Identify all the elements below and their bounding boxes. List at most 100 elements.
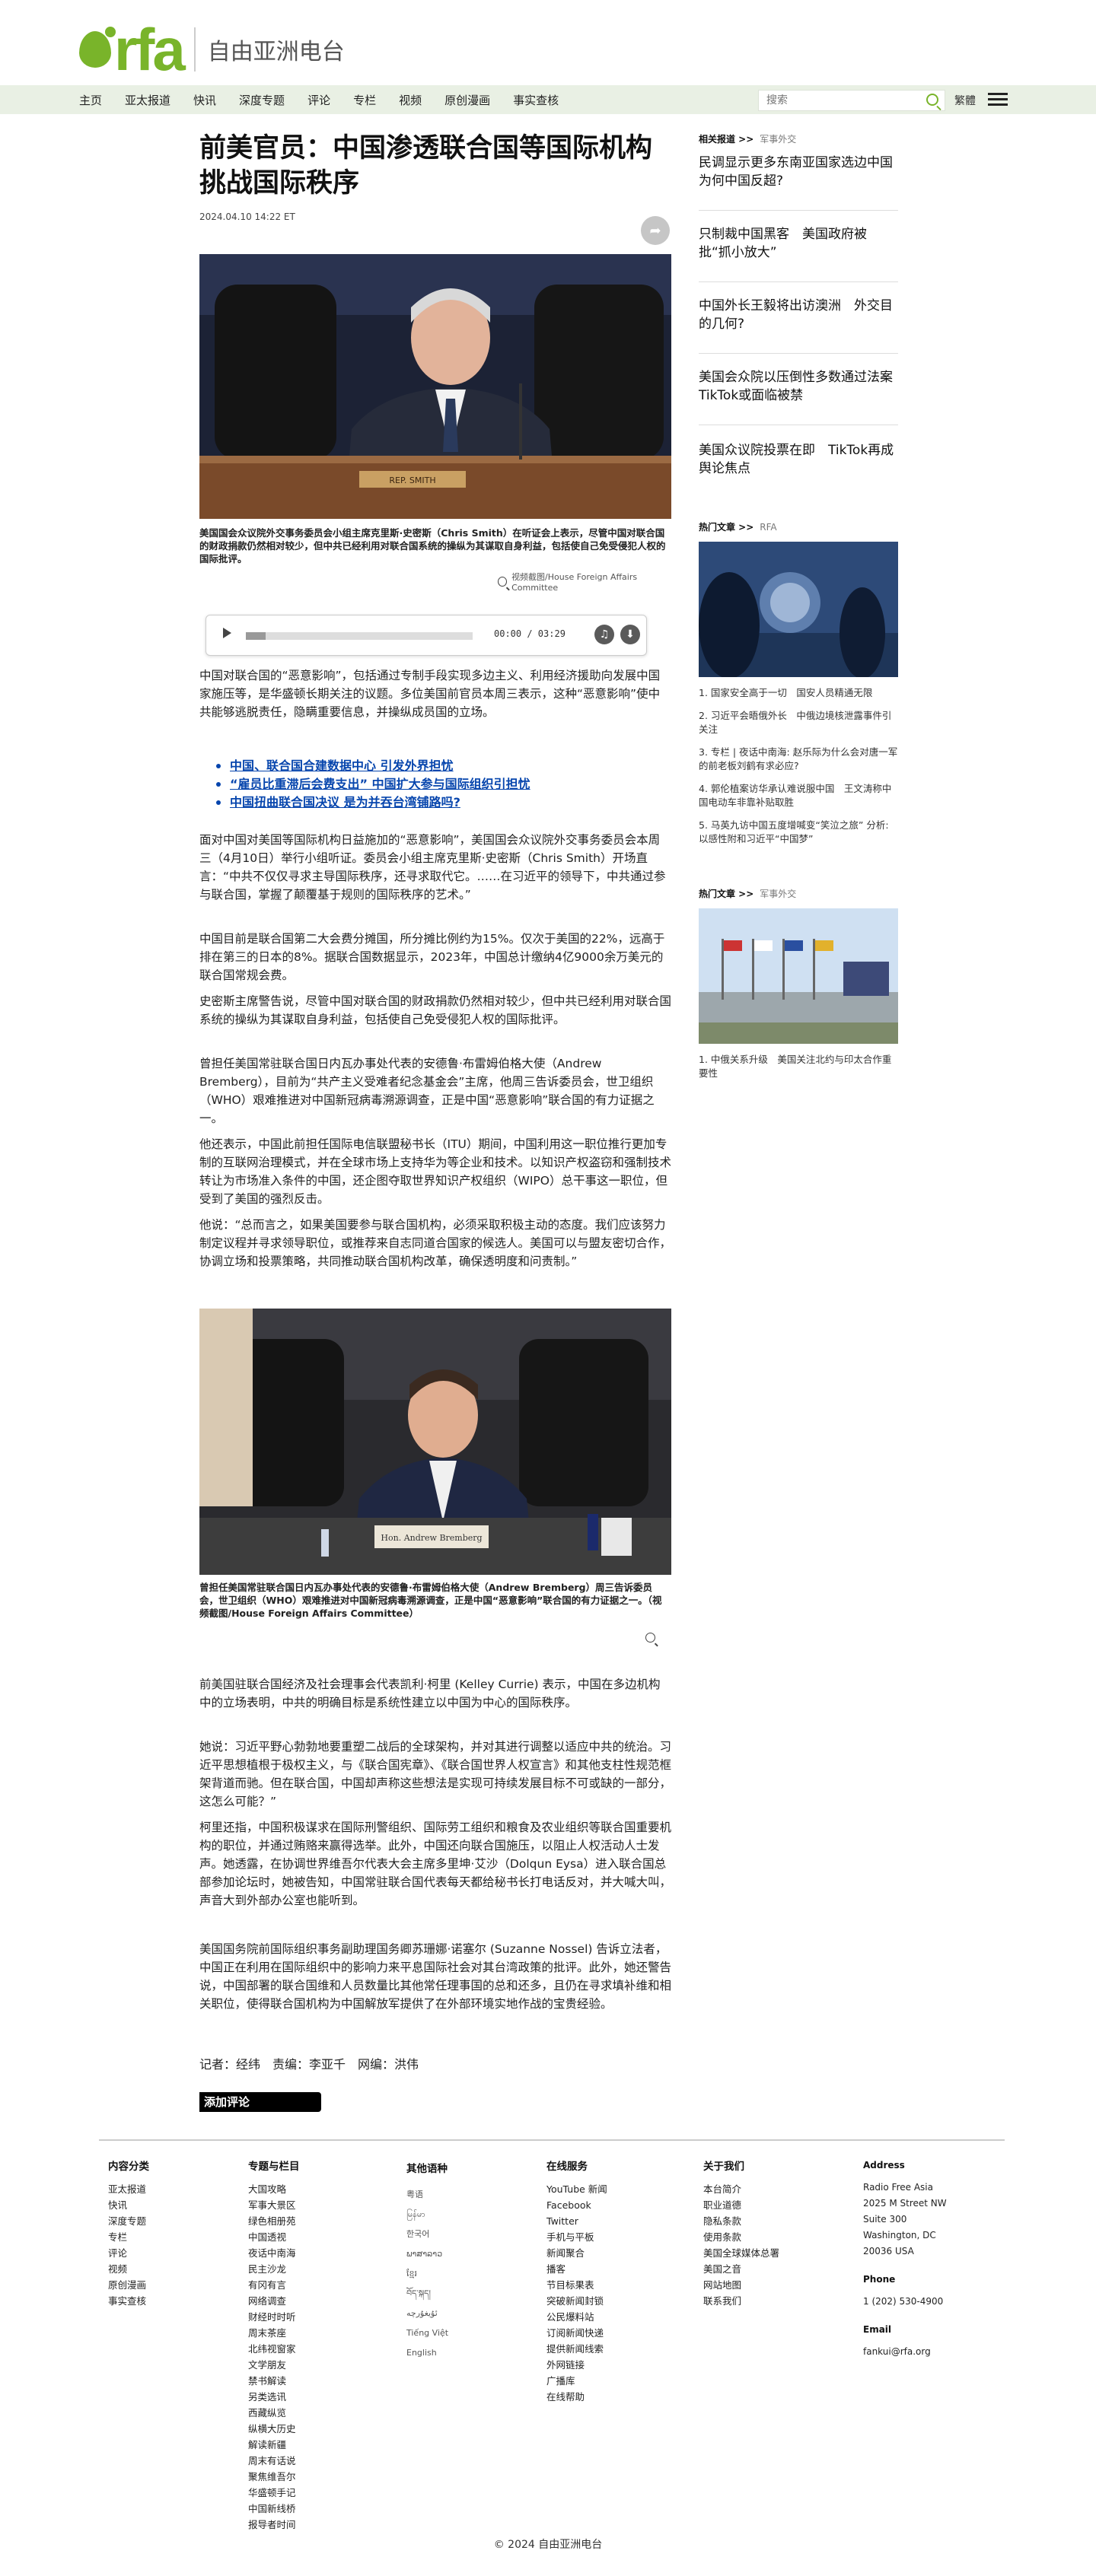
search-input[interactable]: [759, 94, 920, 107]
footer-link[interactable]: 中国新线桥: [248, 2501, 300, 2517]
related-article[interactable]: 只制裁中国黑客 美国政府被批“抓小放大”: [699, 225, 898, 262]
footer-link[interactable]: 视频: [108, 2261, 149, 2277]
footer-link[interactable]: 民主沙龙: [248, 2261, 300, 2277]
hot-article[interactable]: 5. 马英九访中国五度增喊变“笑泣之旅” 分析: 以感性附和习近平“中国梦”: [699, 819, 898, 846]
related-article[interactable]: 民调显示更多东南亚国家选边中国 为何中国反超?: [699, 154, 906, 190]
nav-item-commentary[interactable]: 评论: [307, 92, 330, 108]
footer-link[interactable]: 财经时时听: [248, 2309, 300, 2325]
footer-link[interactable]: 大国攻略: [248, 2181, 300, 2197]
hot-header-1-title[interactable]: 热门文章 >>: [699, 522, 754, 533]
hot-article[interactable]: 1. 国家安全高于一切 国安人员精通无限: [699, 686, 898, 700]
footer-link[interactable]: YouTube 新闻: [546, 2181, 607, 2197]
nav-item-features[interactable]: 深度专题: [239, 92, 285, 108]
footer-link[interactable]: 隐私条款: [703, 2213, 779, 2229]
footer-link[interactable]: 使用条款: [703, 2229, 779, 2245]
hot-article[interactable]: 1. 中俄关系升级 美国关注北约与印太合作重要性: [699, 1053, 898, 1080]
related-link[interactable]: 中国扭曲联合国决议 是为并吞台湾铺路吗?: [216, 793, 671, 812]
footer-link[interactable]: 外网链接: [546, 2357, 607, 2373]
rfa-logo[interactable]: rfa 自由亚洲电台: [79, 20, 345, 79]
footer-link[interactable]: 网站地图: [703, 2277, 779, 2293]
footer-link[interactable]: 纵横大历史: [248, 2421, 300, 2437]
nav-item-home[interactable]: 主页: [79, 92, 102, 108]
traditional-chinese-toggle[interactable]: 繁體: [954, 93, 976, 108]
audio-progress-bar[interactable]: [246, 632, 473, 640]
related-header-title[interactable]: 相关报道 >>: [699, 134, 754, 145]
email-link[interactable]: fankui@rfa.org: [863, 2344, 947, 2360]
footer-link[interactable]: 播客: [546, 2261, 607, 2277]
article-photo-1[interactable]: REP. SMITH: [199, 254, 671, 519]
footer-link[interactable]: 美国之音: [703, 2261, 779, 2277]
nav-item-fact-check[interactable]: 事实查核: [513, 92, 559, 108]
footer-link[interactable]: 广播库: [546, 2373, 607, 2389]
nav-item-cartoons[interactable]: 原创漫画: [444, 92, 490, 108]
footer-link[interactable]: 网络调查: [248, 2293, 300, 2309]
related-article[interactable]: 美国众议院投票在即 TikTok再成舆论焦点: [699, 441, 898, 478]
footer-link[interactable]: 新闻聚合: [546, 2245, 607, 2261]
footer-link[interactable]: 手机与平板: [546, 2229, 607, 2245]
footer-link[interactable]: 专栏: [108, 2229, 149, 2245]
footer-link[interactable]: 亚太报道: [108, 2181, 149, 2197]
hot-article[interactable]: 4. 郭伦植案访华承认难说服中国 王文涛称中国电动车非靠补贴取胜: [699, 782, 898, 809]
zoom-icon[interactable]: [645, 1633, 655, 1643]
hamburger-menu-icon[interactable]: [988, 93, 1008, 107]
article-photo-2[interactable]: Hon. Andrew Bremberg: [199, 1309, 671, 1575]
footer-link[interactable]: 原创漫画: [108, 2277, 149, 2293]
footer-language-link[interactable]: ພາສາລາວ: [406, 2244, 448, 2264]
footer-link[interactable]: 周末有话说: [248, 2453, 300, 2469]
footer-link[interactable]: 西藏纵览: [248, 2405, 300, 2421]
footer-link[interactable]: Twitter: [546, 2213, 607, 2229]
nav-item-columns[interactable]: 专栏: [353, 92, 376, 108]
listen-icon[interactable]: ♫: [594, 625, 614, 644]
footer-link[interactable]: 文学朋友: [248, 2357, 300, 2373]
footer-link[interactable]: 华盛顿手记: [248, 2485, 300, 2501]
related-article[interactable]: 美国会众院以压倒性多数通过法案 TikTok或面临被禁: [699, 368, 906, 405]
footer-language-link[interactable]: ខ្មែរ: [406, 2264, 448, 2284]
footer-link[interactable]: 绿色相册苑: [248, 2213, 300, 2229]
footer-link[interactable]: 夜话中南海: [248, 2245, 300, 2261]
footer-link[interactable]: 深度专题: [108, 2213, 149, 2229]
footer-language-link[interactable]: ئۇيغۇرچە: [406, 2304, 448, 2323]
footer-link[interactable]: 评论: [108, 2245, 149, 2261]
zoom-icon[interactable]: [498, 577, 508, 587]
footer-link[interactable]: 北纬视窗家: [248, 2341, 300, 2357]
footer-link[interactable]: 订阅新闻快递: [546, 2325, 607, 2341]
play-icon[interactable]: [223, 628, 231, 638]
hot-image-2[interactable]: [699, 908, 898, 1044]
footer-language-link[interactable]: Tiếng Việt: [406, 2323, 448, 2343]
add-comment-button[interactable]: 添加评论: [199, 2092, 321, 2112]
footer-language-link[interactable]: English: [406, 2343, 448, 2363]
footer-language-link[interactable]: 한국어: [406, 2225, 448, 2244]
nav-item-flash[interactable]: 快讯: [193, 92, 216, 108]
related-article[interactable]: 中国外长王毅将出访澳洲 外交目的几何?: [699, 297, 898, 333]
related-link[interactable]: 中国、联合国合建数据中心 引发外界担忧: [216, 757, 671, 775]
footer-language-link[interactable]: 粤语: [406, 2185, 448, 2205]
footer-link[interactable]: 解读新疆: [248, 2437, 300, 2453]
footer-language-link[interactable]: བོད་སྐད།: [406, 2284, 448, 2304]
nav-item-asia-pacific[interactable]: 亚太报道: [125, 92, 170, 108]
footer-link[interactable]: 职业道德: [703, 2197, 779, 2213]
share-icon[interactable]: ➦: [641, 216, 670, 245]
footer-link[interactable]: 聚焦维吾尔: [248, 2469, 300, 2485]
footer-link[interactable]: 有冈有言: [248, 2277, 300, 2293]
footer-language-link[interactable]: မြန်မာ: [406, 2205, 448, 2225]
nav-item-video[interactable]: 视频: [399, 92, 422, 108]
hot-header-2-title[interactable]: 热门文章 >>: [699, 889, 754, 899]
footer-link[interactable]: 军事大景区: [248, 2197, 300, 2213]
related-link[interactable]: “雇员比重滞后会费支出” 中国扩大参与国际组织引担忧: [216, 775, 671, 793]
hot-article[interactable]: 3. 专栏 | 夜话中南海: 赵乐际为什么会对唐一军的前老板刘鹤有求必应?: [699, 746, 898, 773]
footer-link[interactable]: 快讯: [108, 2197, 149, 2213]
footer-link[interactable]: 禁书解读: [248, 2373, 300, 2389]
footer-link[interactable]: Facebook: [546, 2197, 607, 2213]
footer-link[interactable]: 美国全球媒体总署: [703, 2245, 779, 2261]
footer-link[interactable]: 联系我们: [703, 2293, 779, 2309]
hot-image-1[interactable]: [699, 542, 898, 677]
footer-link[interactable]: 提供新闻线索: [546, 2341, 607, 2357]
hot-article[interactable]: 2. 习近平会晤俄外长 中俄边境核泄露事件引关注: [699, 709, 898, 736]
footer-link[interactable]: 公民爆料站: [546, 2309, 607, 2325]
footer-link[interactable]: 中国透视: [248, 2229, 300, 2245]
footer-link[interactable]: 突破新闻封锁: [546, 2293, 607, 2309]
footer-link[interactable]: 报导者时间: [248, 2517, 300, 2533]
download-icon[interactable]: ⬇: [620, 625, 640, 644]
footer-link[interactable]: 节目标果表: [546, 2277, 607, 2293]
footer-link[interactable]: 周末茶座: [248, 2325, 300, 2341]
